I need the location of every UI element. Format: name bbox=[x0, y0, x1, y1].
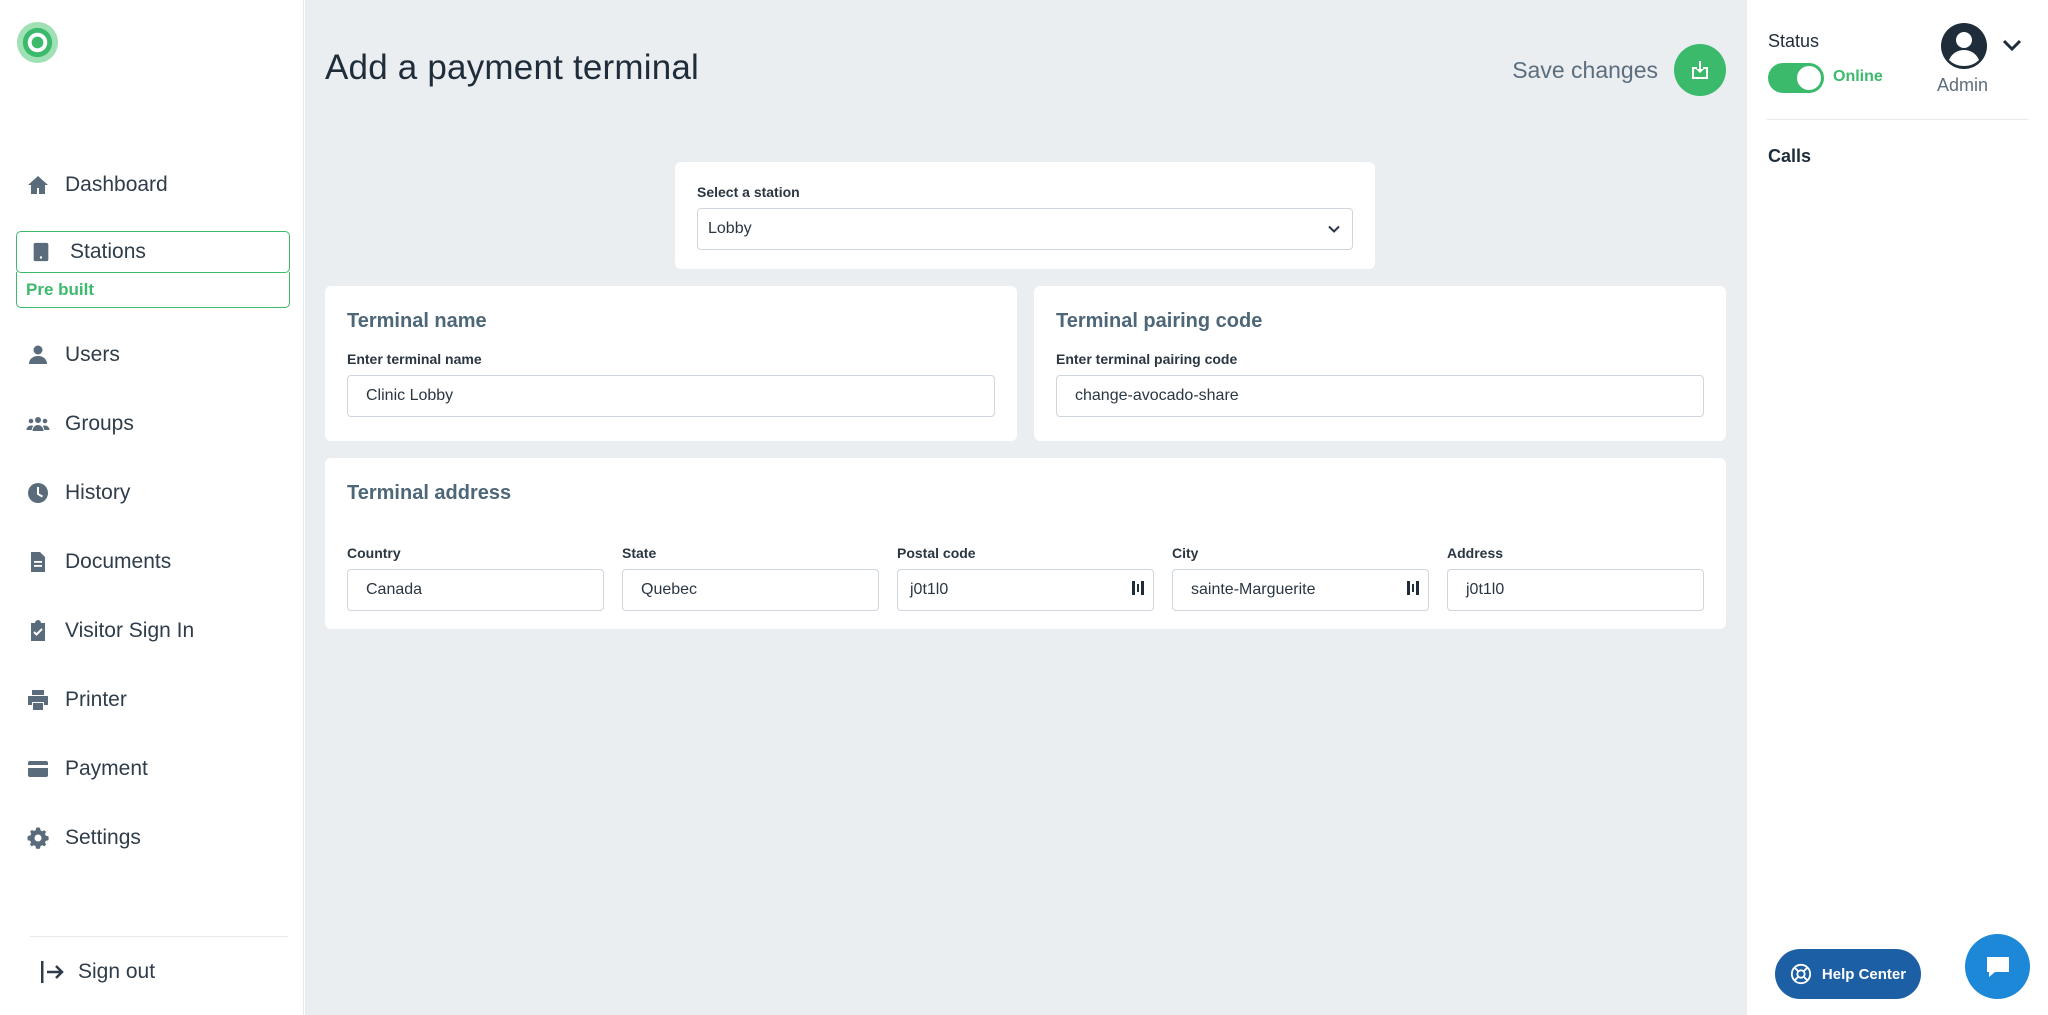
postal-code-field: Postal code j0t1l0 bbox=[897, 545, 1154, 611]
sidebar-item-history[interactable]: History bbox=[16, 458, 290, 527]
sign-out-icon bbox=[41, 961, 64, 983]
calls-heading: Calls bbox=[1768, 146, 1812, 166]
address-label: Address bbox=[1447, 545, 1504, 561]
help-center-label: Help Center bbox=[1821, 965, 1907, 983]
country-field: Country Canada bbox=[347, 545, 604, 611]
sidebar: Dashboard Stations Pre built Users Group… bbox=[0, 0, 304, 1015]
state-label: State bbox=[622, 545, 657, 561]
tablet-icon bbox=[29, 240, 53, 264]
sidebar-item-groups[interactable]: Groups bbox=[16, 389, 290, 458]
status-value: Online bbox=[1833, 68, 1883, 85]
sidebar-item-label: History bbox=[65, 480, 131, 504]
terminal-pairing-title: Terminal pairing code bbox=[1056, 310, 1263, 332]
sidebar-item-visitor-sign-in[interactable]: Visitor Sign In bbox=[16, 596, 290, 665]
terminal-address-title: Terminal address bbox=[347, 482, 512, 504]
terminal-pairing-card: Terminal pairing code Enter terminal pai… bbox=[1034, 286, 1726, 441]
help-icon bbox=[1790, 963, 1811, 985]
address-input[interactable]: j0t1l0 bbox=[1447, 569, 1704, 611]
chevron-down-icon[interactable] bbox=[2001, 37, 2023, 53]
status-toggle[interactable] bbox=[1768, 63, 1824, 93]
city-label: City bbox=[1172, 545, 1199, 561]
sidebar-item-label: Visitor Sign In bbox=[65, 618, 195, 642]
sign-out-label: Sign out bbox=[78, 960, 156, 983]
page-title: Add a payment terminal bbox=[325, 48, 700, 87]
country-input[interactable]: Canada bbox=[347, 569, 604, 611]
main-content: Add a payment terminal Save changes Sele… bbox=[305, 0, 1747, 1015]
sidebar-item-label: Printer bbox=[65, 687, 127, 711]
station-card: Select a station Lobby bbox=[675, 162, 1375, 269]
sidebar-item-users[interactable]: Users bbox=[16, 320, 290, 389]
address-fields: Country Canada State Quebec Postal code … bbox=[347, 545, 1704, 611]
toggle-knob bbox=[1797, 66, 1821, 90]
sidebar-item-stations[interactable]: Stations bbox=[16, 231, 290, 273]
sidebar-item-label: Settings bbox=[65, 825, 141, 849]
save-changes-button[interactable]: Save changes bbox=[1512, 44, 1726, 96]
country-value: Canada bbox=[366, 581, 423, 598]
terminal-address-card: Terminal address Country Canada State Qu… bbox=[325, 458, 1726, 629]
user-icon bbox=[26, 343, 50, 367]
terminal-name-input[interactable]: Clinic Lobby bbox=[347, 375, 995, 417]
state-input[interactable]: Quebec bbox=[622, 569, 879, 611]
sidebar-nav: Dashboard Stations Pre built Users Group… bbox=[16, 150, 290, 872]
chevron-down-icon bbox=[1328, 225, 1340, 233]
autofill-icon[interactable] bbox=[1131, 579, 1147, 602]
state-value: Quebec bbox=[641, 581, 698, 598]
state-field: State Quebec bbox=[622, 545, 879, 611]
document-icon bbox=[26, 550, 50, 574]
sidebar-item-label: Dashboard bbox=[65, 172, 168, 196]
postal-code-label: Postal code bbox=[897, 545, 976, 561]
save-changes-label: Save changes bbox=[1512, 56, 1658, 83]
right-panel: Status Online Admin Calls bbox=[1747, 0, 2048, 1015]
terminal-name-label: Enter terminal name bbox=[347, 351, 482, 367]
sidebar-item-label: Users bbox=[65, 342, 120, 366]
clipboard-check-icon bbox=[26, 619, 50, 643]
sidebar-item-payment[interactable]: Payment bbox=[16, 734, 290, 803]
credit-card-icon bbox=[26, 757, 50, 781]
station-select[interactable]: Lobby bbox=[697, 208, 1353, 250]
logo-icon[interactable] bbox=[16, 21, 59, 64]
address-value: j0t1l0 bbox=[1466, 581, 1505, 598]
user-name: Admin bbox=[1937, 75, 1989, 95]
postal-code-input[interactable]: j0t1l0 bbox=[897, 569, 1154, 611]
status-label: Status bbox=[1768, 31, 1820, 51]
sidebar-item-dashboard[interactable]: Dashboard bbox=[16, 150, 290, 219]
sidebar-item-documents[interactable]: Documents bbox=[16, 527, 290, 596]
chat-icon bbox=[1986, 956, 2009, 977]
address-field: Address j0t1l0 bbox=[1447, 545, 1704, 611]
country-label: Country bbox=[347, 545, 401, 561]
clock-icon bbox=[26, 481, 50, 505]
city-field: City sainte-Marguerite bbox=[1172, 545, 1429, 611]
sidebar-item-label: Payment bbox=[65, 756, 148, 780]
terminal-pairing-input[interactable]: change-avocado-share bbox=[1056, 375, 1704, 417]
avatar-icon[interactable] bbox=[1940, 22, 1988, 70]
postal-code-value: j0t1l0 bbox=[910, 581, 949, 598]
autofill-icon[interactable] bbox=[1406, 579, 1422, 602]
printer-icon bbox=[26, 688, 50, 712]
gear-icon bbox=[26, 826, 50, 850]
sidebar-item-label: Groups bbox=[65, 411, 134, 435]
city-value: sainte-Marguerite bbox=[1191, 581, 1316, 598]
terminal-name-card: Terminal name Enter terminal name Clinic… bbox=[325, 286, 1017, 441]
save-icon-circle bbox=[1674, 44, 1726, 96]
terminal-name-title: Terminal name bbox=[347, 310, 487, 332]
sign-out-button[interactable]: Sign out bbox=[38, 958, 155, 986]
divider bbox=[30, 936, 288, 937]
chat-button[interactable] bbox=[1965, 934, 2030, 999]
city-input[interactable]: sainte-Marguerite bbox=[1172, 569, 1429, 611]
terminal-pairing-value: change-avocado-share bbox=[1075, 387, 1239, 404]
sidebar-item-label: Stations bbox=[70, 240, 146, 263]
terminal-name-value: Clinic Lobby bbox=[366, 387, 454, 404]
sidebar-item-settings[interactable]: Settings bbox=[16, 803, 290, 872]
sidebar-subitem-pre-built[interactable]: Pre built bbox=[16, 272, 290, 308]
sidebar-item-printer[interactable]: Printer bbox=[16, 665, 290, 734]
station-select-label: Select a station bbox=[697, 184, 800, 200]
divider bbox=[1767, 119, 2028, 120]
station-select-value: Lobby bbox=[708, 220, 752, 237]
home-icon bbox=[26, 173, 50, 197]
sidebar-item-label: Documents bbox=[65, 549, 172, 573]
download-save-icon bbox=[1692, 61, 1708, 79]
terminal-pairing-label: Enter terminal pairing code bbox=[1056, 351, 1238, 367]
group-icon bbox=[26, 412, 50, 436]
help-center-button[interactable]: Help Center bbox=[1775, 949, 1921, 999]
